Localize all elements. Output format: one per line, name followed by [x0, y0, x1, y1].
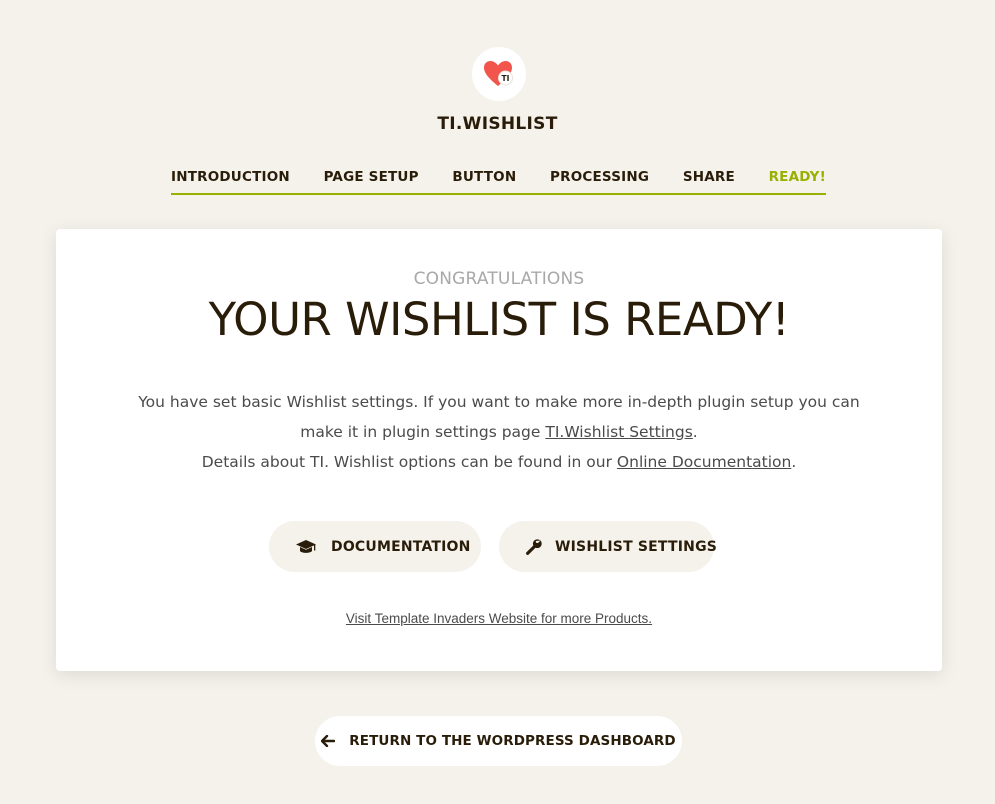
wishlist-settings-button[interactable]: WISHLIST SETTINGS: [499, 521, 718, 572]
documentation-button[interactable]: DOCUMENTATION: [269, 521, 481, 572]
documentation-button-label: DOCUMENTATION: [331, 538, 471, 555]
return-dashboard-label: RETURN TO THE WORDPRESS DASHBOARD: [349, 733, 676, 749]
logo: TI: [472, 47, 526, 101]
card-subtitle: CONGRATULATIONS: [413, 269, 585, 289]
visit-website-link[interactable]: Visit Template Invaders Website for more…: [56, 611, 942, 626]
return-dashboard-button[interactable]: RETURN TO THE WORDPRESS DASHBOARD: [315, 716, 682, 766]
card-description: You have set basic Wishlist settings. If…: [116, 387, 882, 477]
step-processing[interactable]: PROCESSING: [550, 169, 649, 193]
desc-line2-prefix: Details about TI. Wishlist options can b…: [201, 453, 617, 471]
step-button[interactable]: BUTTON: [452, 169, 516, 193]
logo-badge: TI: [502, 74, 510, 83]
step-introduction[interactable]: INTRODUCTION: [171, 169, 290, 193]
desc-line2-suffix: .: [791, 453, 797, 471]
online-documentation-link[interactable]: Online Documentation: [617, 453, 791, 471]
desc-line1-prefix: You have set basic Wishlist settings. If…: [138, 393, 860, 441]
wrench-icon: [525, 537, 543, 557]
step-ready[interactable]: READY!: [769, 169, 826, 193]
graduation-cap-icon: [295, 537, 319, 557]
brand-title: TI.WISHLIST: [437, 114, 558, 134]
desc-line1-suffix: .: [692, 423, 698, 441]
wishlist-settings-button-label: WISHLIST SETTINGS: [555, 538, 718, 555]
arrow-left-icon: [321, 735, 336, 747]
step-share[interactable]: SHARE: [683, 169, 735, 193]
card-headline: YOUR WISHLIST IS READY!: [208, 293, 790, 346]
settings-page-link[interactable]: TI.Wishlist Settings: [545, 423, 692, 441]
step-page-setup[interactable]: PAGE SETUP: [324, 169, 419, 193]
heart-icon: TI: [484, 61, 513, 86]
ready-card: CONGRATULATIONS YOUR WISHLIST IS READY! …: [56, 229, 942, 671]
setup-steps-nav: INTRODUCTION PAGE SETUP BUTTON PROCESSIN…: [171, 169, 826, 195]
